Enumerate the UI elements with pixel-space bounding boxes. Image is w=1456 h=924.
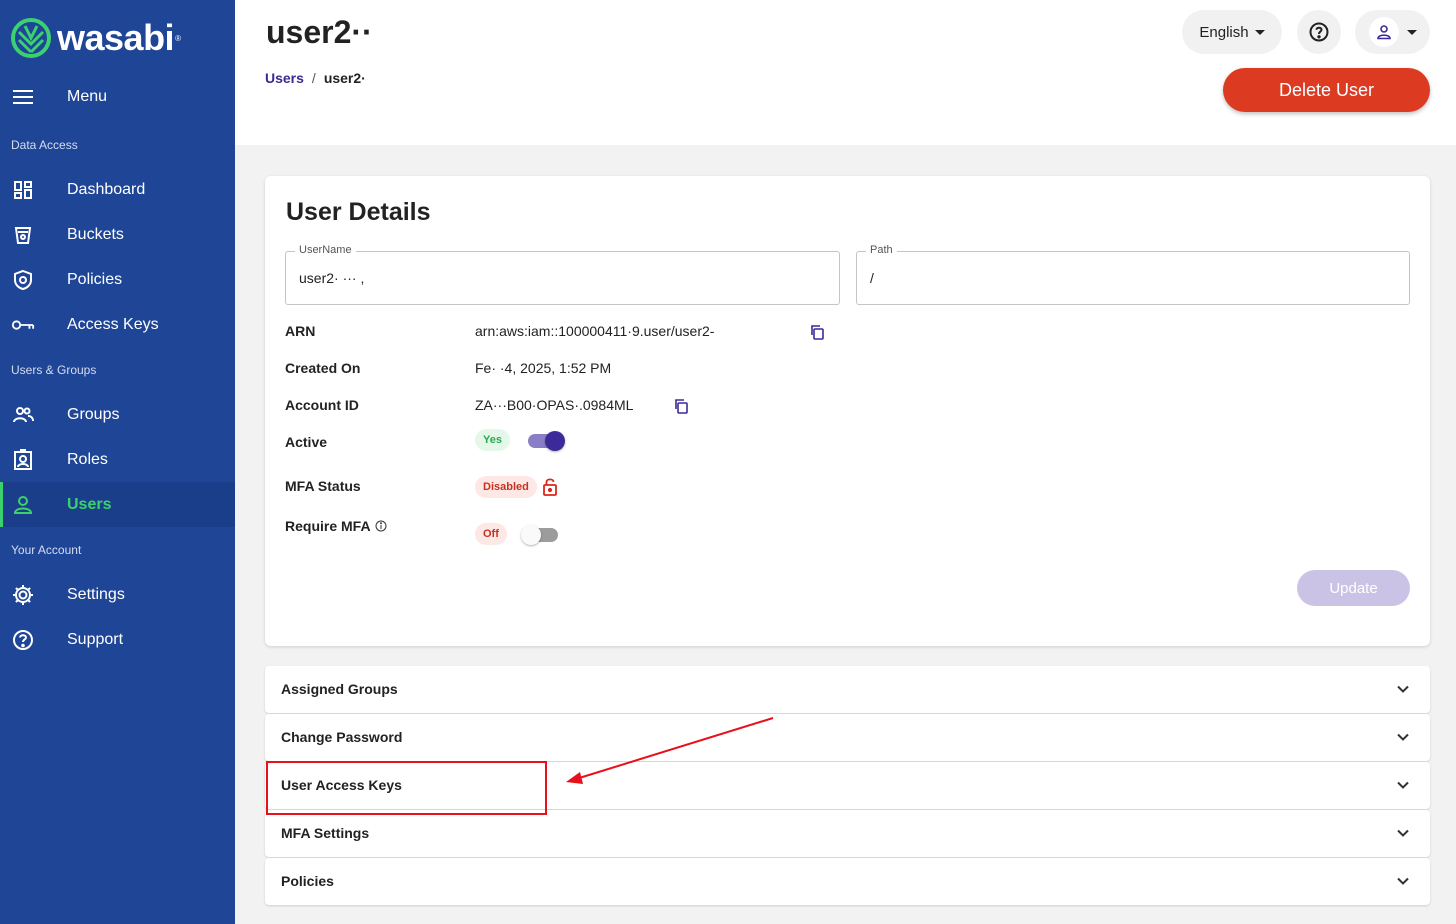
sidebar-item-label: Dashboard xyxy=(67,180,146,198)
path-value[interactable]: / xyxy=(870,270,1367,286)
chevron-down-icon xyxy=(1397,829,1409,837)
shield-icon xyxy=(11,268,35,292)
sidebar: wasabi ® Menu Data Access Dashboard Bucke… xyxy=(0,0,235,924)
menu-toggle[interactable]: Menu xyxy=(0,74,235,119)
accordion-change-password[interactable]: Change Password xyxy=(265,714,1430,761)
sidebar-item-groups[interactable]: Groups xyxy=(0,392,235,437)
section-data-access: Data Access xyxy=(11,138,78,152)
active-label: Active xyxy=(285,434,328,450)
copy-account-id-icon[interactable] xyxy=(673,398,689,414)
created-on-value: Fe· ·4, 2025, 1:52 PM xyxy=(475,360,612,376)
active-status-badge: Yes xyxy=(475,429,510,451)
copy-arn-icon[interactable] xyxy=(809,324,825,340)
require-mfa-badge: Off xyxy=(475,523,507,545)
chevron-down-icon xyxy=(1397,685,1409,693)
info-icon[interactable] xyxy=(375,520,387,532)
delete-user-button[interactable]: Delete User xyxy=(1223,68,1430,112)
breadcrumb-users-link[interactable]: Users xyxy=(265,70,304,86)
dashboard-icon xyxy=(11,178,35,202)
registered-mark: ® xyxy=(175,33,181,43)
key-icon xyxy=(11,313,35,337)
sidebar-item-label: Settings xyxy=(67,585,125,603)
toggle-thumb xyxy=(521,525,541,545)
avatar xyxy=(1368,17,1399,47)
groups-icon xyxy=(11,403,35,427)
sidebar-item-access-keys[interactable]: Access Keys xyxy=(0,302,235,347)
require-mfa-toggle[interactable] xyxy=(521,524,559,546)
breadcrumb-current: user2· xyxy=(323,70,366,86)
sidebar-item-policies[interactable]: Policies xyxy=(0,257,235,302)
account-id-value: ZA···B00·OPAS·.0984ML xyxy=(475,397,634,413)
sidebar-item-users[interactable]: Users xyxy=(0,482,235,527)
path-field[interactable]: Path / xyxy=(856,244,1410,305)
accordion-mfa-settings[interactable]: MFA Settings xyxy=(265,810,1430,857)
sidebar-item-label: Users xyxy=(67,495,112,513)
help-button[interactable] xyxy=(1297,10,1341,54)
sidebar-item-label: Roles xyxy=(67,450,108,468)
sidebar-item-label: Groups xyxy=(67,405,120,423)
sidebar-item-roles[interactable]: Roles xyxy=(0,437,235,482)
accordion-title: Assigned Groups xyxy=(281,681,398,697)
hamburger-icon xyxy=(11,85,35,109)
sidebar-item-label: Buckets xyxy=(67,225,124,243)
accordion-title: User Access Keys xyxy=(281,777,402,793)
accordion-assigned-groups[interactable]: Assigned Groups xyxy=(265,666,1430,713)
language-selector[interactable]: English xyxy=(1182,10,1282,54)
page-header: user2·· Users / user2· English Delete Us… xyxy=(235,0,1456,145)
help-icon xyxy=(1309,22,1329,42)
breadcrumb-separator: / xyxy=(311,70,316,86)
sidebar-item-label: Policies xyxy=(67,270,123,288)
sidebar-item-label: Access Keys xyxy=(67,315,159,333)
card-title: User Details xyxy=(286,198,431,226)
help-circle-icon xyxy=(11,628,35,652)
chevron-down-icon xyxy=(1397,877,1409,885)
accordion-title: MFA Settings xyxy=(281,825,370,841)
menu-label: Menu xyxy=(67,87,108,105)
mfa-status-label: MFA Status xyxy=(285,478,361,494)
chevron-down-icon xyxy=(1406,29,1417,35)
wasabi-logo-text: wasabi xyxy=(57,17,175,58)
user-menu-button[interactable] xyxy=(1355,10,1430,54)
user-icon xyxy=(11,493,35,517)
username-field[interactable]: UserName user2· ··· , xyxy=(285,244,840,305)
arn-value: arn:aws:iam::100000411·9.user/user2- xyxy=(475,323,715,339)
accordion-title: Change Password xyxy=(281,729,403,745)
user-icon xyxy=(1376,25,1391,40)
username-field-label: UserName xyxy=(295,244,356,256)
mfa-status-badge: Disabled xyxy=(475,476,537,498)
user-details-card: User Details UserName user2· ··· , Path … xyxy=(265,176,1430,646)
language-label: English xyxy=(1199,23,1249,41)
sidebar-item-label: Support xyxy=(67,630,124,648)
badge-icon xyxy=(11,448,35,472)
section-users-groups: Users & Groups xyxy=(11,363,97,377)
accordion-user-access-keys[interactable]: User Access Keys xyxy=(265,762,1430,809)
require-mfa-label: Require MFA xyxy=(285,518,371,534)
chevron-down-icon xyxy=(1397,733,1409,741)
arn-label: ARN xyxy=(285,323,316,339)
wasabi-logo[interactable]: wasabi ® xyxy=(11,18,181,58)
accordion-title: Policies xyxy=(281,873,334,889)
gear-icon xyxy=(11,583,35,607)
sidebar-item-support[interactable]: Support xyxy=(0,617,235,662)
bucket-icon xyxy=(11,223,35,247)
path-field-label: Path xyxy=(866,244,897,256)
accordion-policies[interactable]: Policies xyxy=(265,858,1430,905)
update-button[interactable]: Update xyxy=(1297,570,1410,606)
active-toggle[interactable] xyxy=(527,430,565,452)
section-your-account: Your Account xyxy=(11,543,82,557)
require-mfa-label-row: Require MFA xyxy=(285,518,387,534)
page-title: user2·· xyxy=(266,14,373,50)
chevron-down-icon xyxy=(1254,29,1265,35)
sidebar-item-buckets[interactable]: Buckets xyxy=(0,212,235,257)
created-on-label: Created On xyxy=(285,360,361,376)
toggle-thumb xyxy=(545,431,565,451)
sidebar-item-settings[interactable]: Settings xyxy=(0,572,235,617)
breadcrumb: Users / user2· xyxy=(265,70,366,86)
username-value[interactable]: user2· ··· , xyxy=(299,270,797,286)
unlocked-lock-icon xyxy=(543,478,557,496)
account-id-label: Account ID xyxy=(285,397,359,413)
chevron-down-icon xyxy=(1397,781,1409,789)
wasabi-logo-icon xyxy=(11,18,51,58)
sidebar-item-dashboard[interactable]: Dashboard xyxy=(0,167,235,212)
